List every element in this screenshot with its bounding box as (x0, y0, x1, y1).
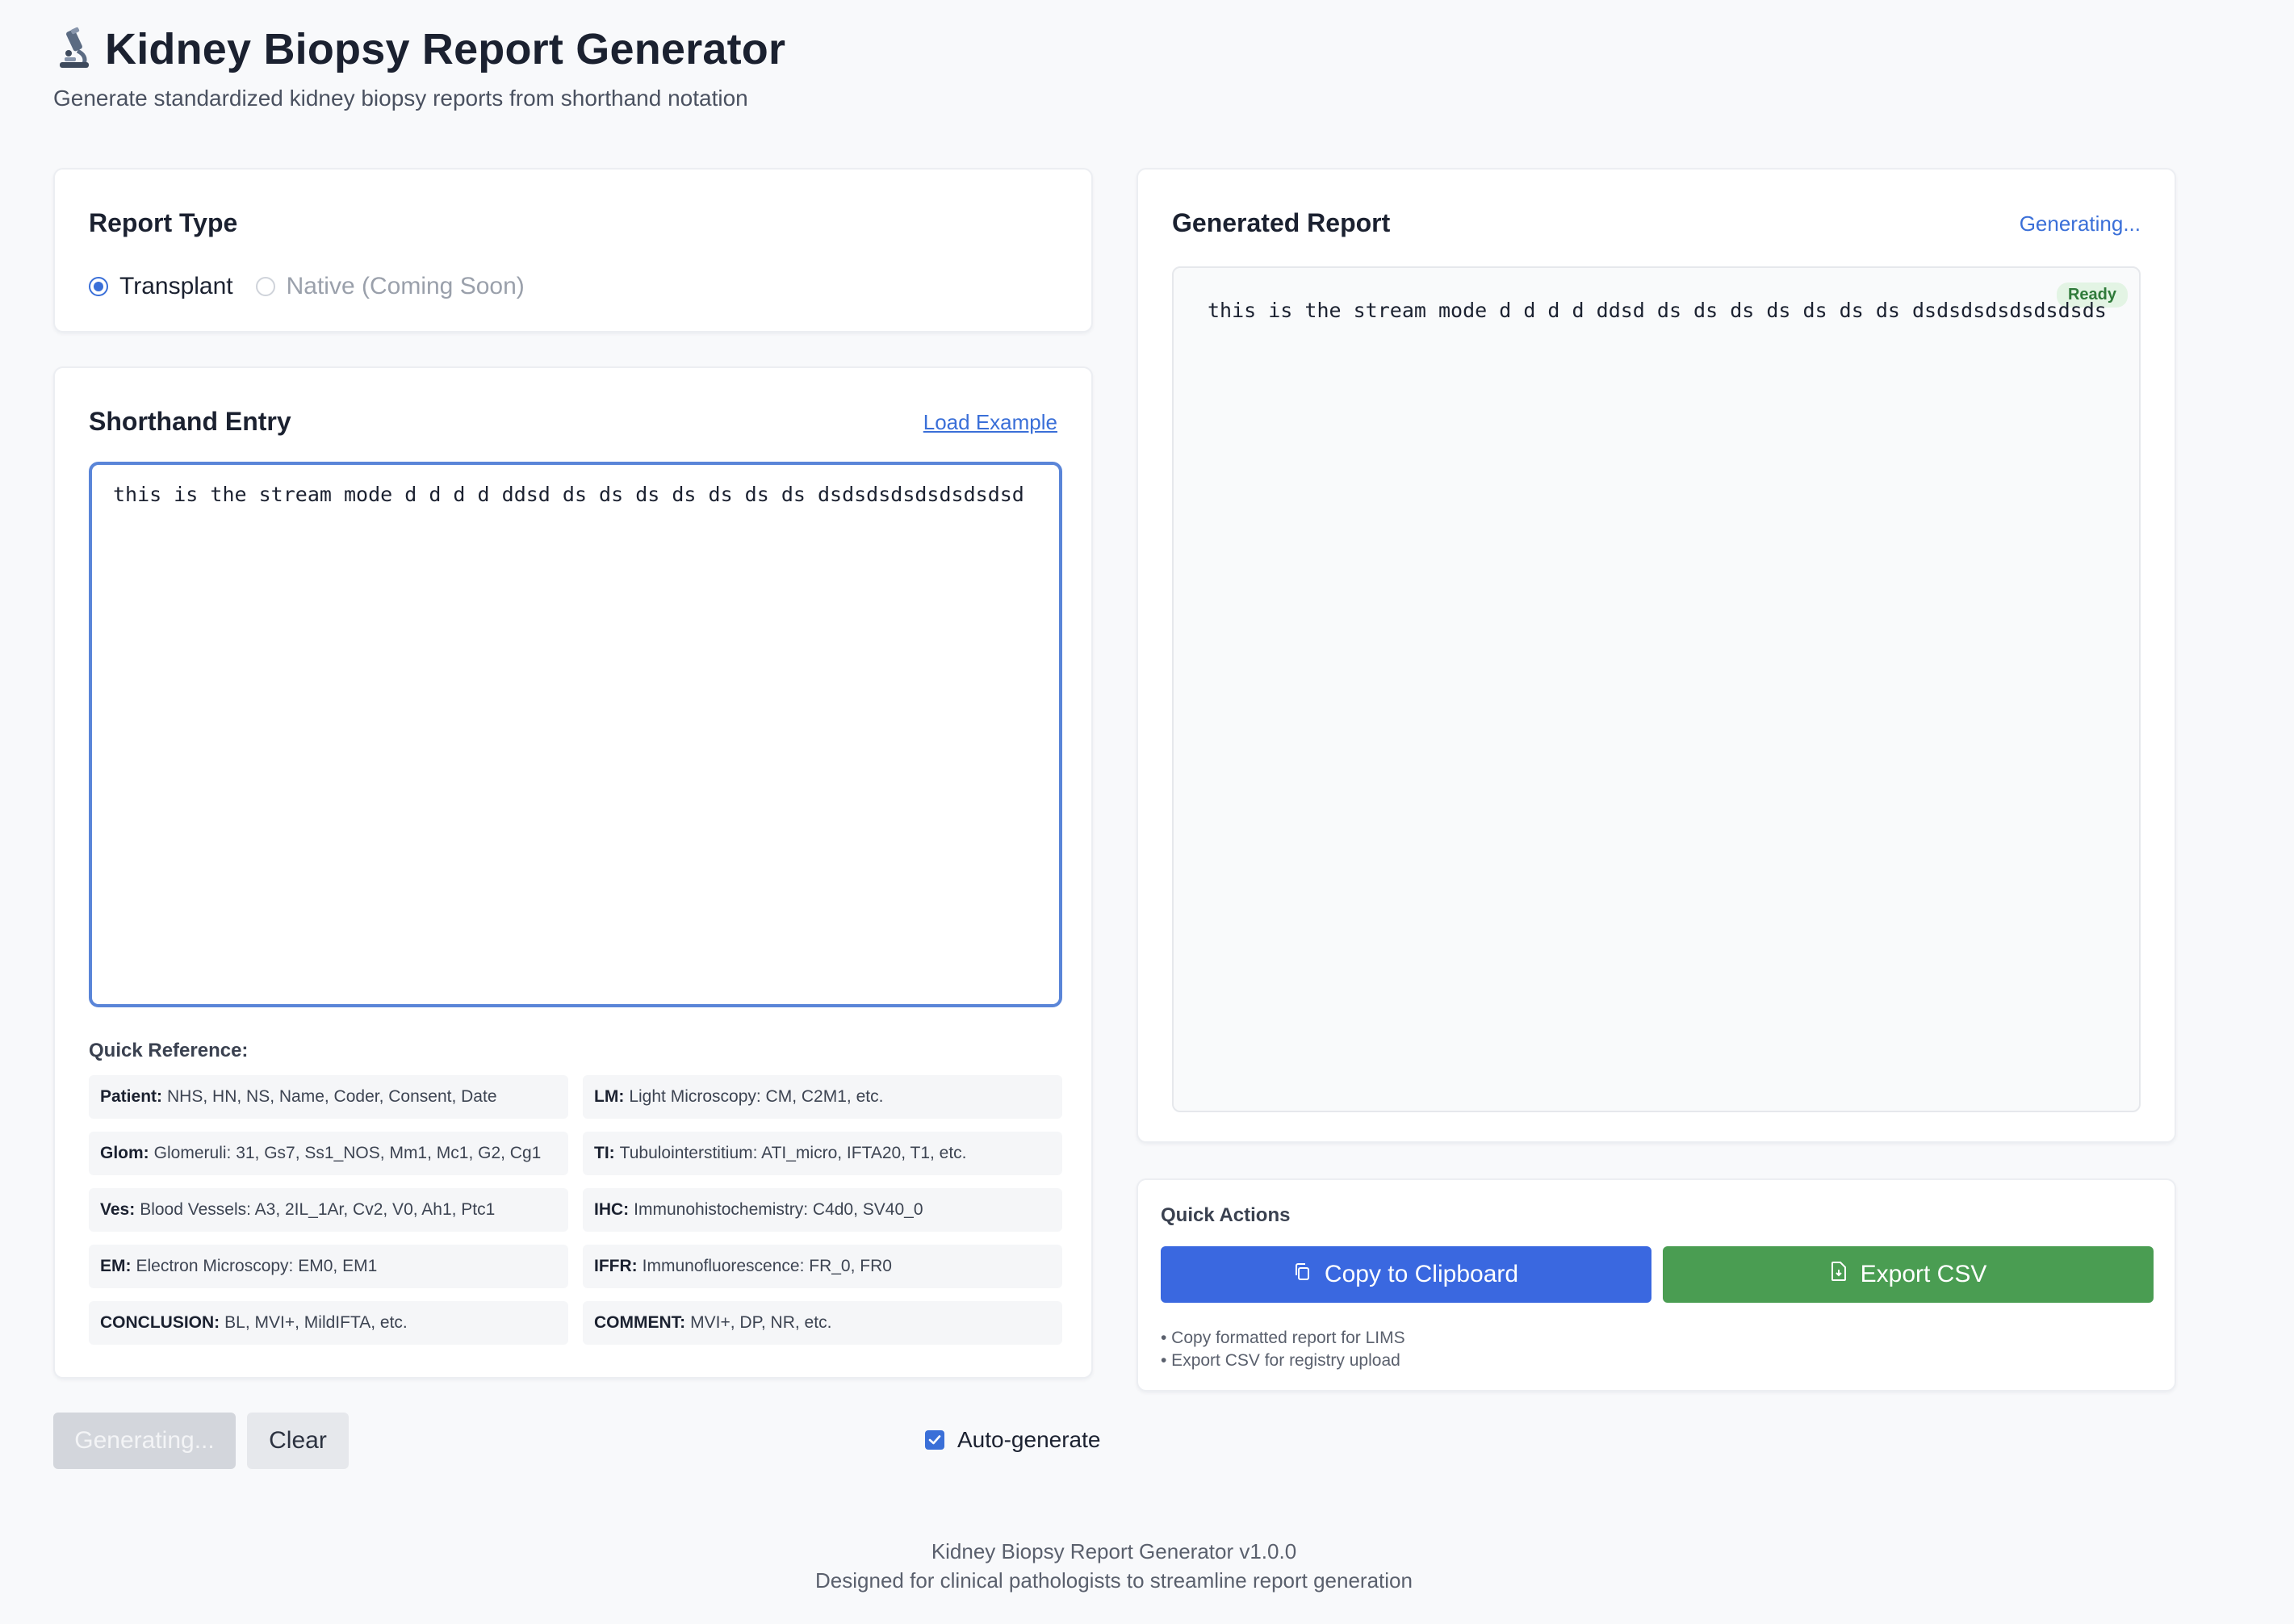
qr-glom: Glom: Glomeruli: 31, Gs7, Ss1_NOS, Mm1, M… (89, 1132, 568, 1175)
qr-key: Patient: (100, 1087, 163, 1106)
checkmark-icon (928, 1435, 941, 1445)
page-footer: Kidney Biopsy Report Generator v1.0.0 De… (0, 1537, 2228, 1595)
page-title: Kidney Biopsy Report Generator (105, 25, 786, 73)
page-header: Kidney Biopsy Report Generator Generate … (53, 24, 785, 111)
qr-desc: Blood Vessels: A3, 2IL_1Ar, Cv2, V0, Ah1… (140, 1200, 496, 1219)
report-text[interactable]: this is the stream mode d d d d ddsd ds … (1208, 299, 2107, 322)
qr-lm: LM: Light Microscopy: CM, C2M1, etc. (583, 1075, 1062, 1119)
qr-key: Ves: (100, 1200, 136, 1219)
clear-button[interactable]: Clear (247, 1413, 349, 1469)
qr-desc: NHS, HN, NS, Name, Coder, Consent, Date (167, 1087, 497, 1106)
qr-ihc: IHC: Immunohistochemistry: C4d0, SV40_0 (583, 1188, 1062, 1232)
radio-transplant[interactable]: Transplant (89, 273, 233, 300)
quick-actions-notes: • Copy formatted report for LIMS • Expor… (1161, 1327, 1405, 1372)
report-type-card: Report Type Transplant Native (Coming So… (53, 168, 1093, 333)
export-button-label[interactable]: Export CSV (1861, 1261, 1987, 1288)
auto-generate-label[interactable]: Auto-generate (957, 1427, 1100, 1453)
radio-transplant-label[interactable]: Transplant (119, 273, 233, 300)
qr-conclusion: CONCLUSION: BL, MVI+, MildIFTA, etc. (89, 1301, 568, 1345)
load-example-link[interactable]: Load Example (923, 410, 1057, 435)
qr-iffr: IFFR: Immunofluorescence: FR_0, FR0 (583, 1245, 1062, 1288)
quick-actions-title: Quick Actions (1161, 1204, 1291, 1226)
auto-generate-toggle[interactable]: Auto-generate (925, 1427, 1100, 1453)
quick-reference-grid: Patient: NHS, HN, NS, Name, Coder, Consen… (89, 1075, 1062, 1345)
qr-desc: Electron Microscopy: EM0, EM1 (136, 1257, 378, 1275)
radio-native-label: Native (Coming Soon) (286, 273, 525, 299)
copy-icon (1294, 1261, 1312, 1288)
qr-key: LM: (594, 1087, 625, 1106)
qr-em: EM: Electron Microscopy: EM0, EM1 (89, 1245, 568, 1288)
radio-native: Native (Coming Soon) (255, 273, 525, 300)
qr-key: IHC: (594, 1200, 630, 1219)
qr-comment: COMMENT: MVI+, DP, NR, etc. (583, 1301, 1062, 1345)
qr-key: EM: (100, 1257, 132, 1275)
note-item: • Export CSV for registry upload (1161, 1351, 1400, 1370)
report-type-options: Transplant Native (Coming Soon) (89, 273, 525, 300)
qr-desc: Tubulointerstitium: ATI_micro, IFTA20, T… (619, 1144, 967, 1162)
page-subtitle: Generate standardized kidney biopsy repo… (53, 86, 748, 111)
footer-version: Kidney Biopsy Report Generator v1.0.0 (931, 1539, 1297, 1563)
file-icon (1830, 1261, 1848, 1288)
quick-actions-card: Quick Actions Copy to Clipboard Export C… (1137, 1178, 2176, 1392)
footer-tagline: Designed for clinical pathologists to st… (815, 1568, 1413, 1593)
qr-key: CONCLUSION: (100, 1313, 220, 1332)
note-item: • Copy formatted report for LIMS (1161, 1329, 1405, 1347)
qr-patient: Patient: NHS, HN, NS, Name, Coder, Consen… (89, 1075, 568, 1119)
generation-status: Generating... (2019, 211, 2141, 236)
qr-ves: Ves: Blood Vessels: A3, 2IL_1Ar, Cv2, V0,… (89, 1188, 568, 1232)
qr-ti: TI: Tubulointerstitium: ATI_micro, IFTA20… (583, 1132, 1062, 1175)
qr-key: Glom: (100, 1144, 149, 1162)
qr-desc: Immunofluorescence: FR_0, FR0 (642, 1257, 892, 1275)
shorthand-input[interactable]: this is the stream mode d d d d ddsd ds … (89, 462, 1062, 1007)
radio-native-button (255, 277, 275, 296)
qr-desc: BL, MVI+, MildIFTA, etc. (224, 1313, 408, 1332)
qr-key: COMMENT: (594, 1313, 686, 1332)
quick-reference-label: Quick Reference: (89, 1040, 249, 1061)
report-output[interactable]: Ready this is the stream mode d d d d dd… (1172, 266, 2141, 1112)
title-row: Kidney Biopsy Report Generator (53, 24, 785, 74)
report-type-title: Report Type (89, 208, 238, 237)
generate-button[interactable]: Generating... (53, 1413, 236, 1469)
qr-desc: Glomeruli: 31, Gs7, Ss1_NOS, Mm1, Mc1, G… (153, 1144, 542, 1162)
shorthand-title: Shorthand Entry (89, 407, 291, 436)
app-root: Kidney Biopsy Report Generator Generate … (0, 0, 2294, 1624)
qr-desc: MVI+, DP, NR, etc. (690, 1313, 832, 1332)
generated-report-card: Generated Report Generating... Ready thi… (1137, 168, 2176, 1143)
qr-desc: Immunohistochemistry: C4d0, SV40_0 (634, 1200, 923, 1219)
qr-desc: Light Microscopy: CM, C2M1, etc. (629, 1087, 884, 1106)
copy-button-label[interactable]: Copy to Clipboard (1325, 1261, 1518, 1288)
shorthand-card: Shorthand Entry Load Example this is the… (53, 366, 1093, 1379)
microscope-icon (53, 27, 94, 72)
generated-report-title: Generated Report (1172, 208, 1391, 237)
export-csv-button[interactable]: Export CSV (1663, 1246, 2154, 1303)
qr-key: TI: (594, 1144, 615, 1162)
radio-transplant-button[interactable] (89, 277, 108, 296)
auto-generate-checkbox[interactable] (925, 1430, 944, 1450)
qr-key: IFFR: (594, 1257, 638, 1275)
copy-to-clipboard-button[interactable]: Copy to Clipboard (1161, 1246, 1651, 1303)
